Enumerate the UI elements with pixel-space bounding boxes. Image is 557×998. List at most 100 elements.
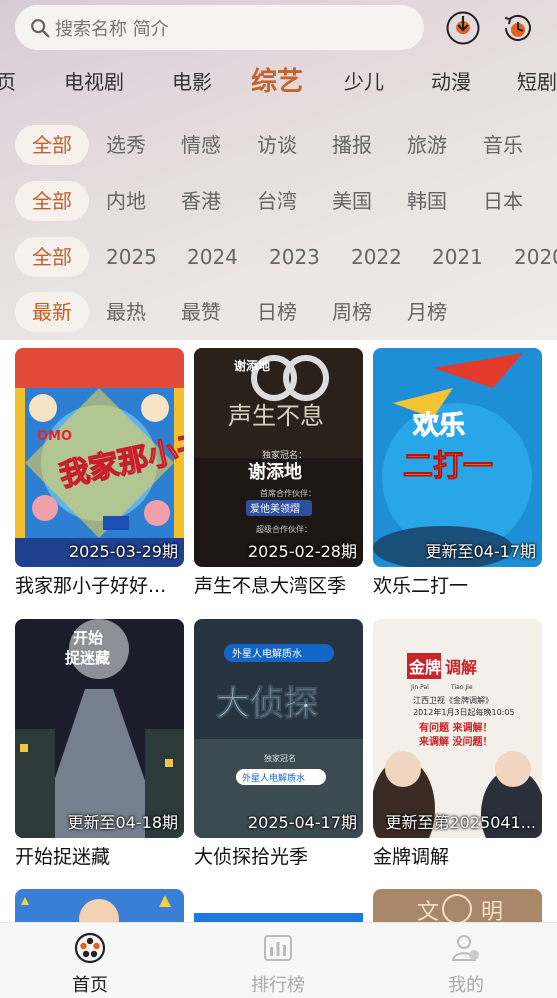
- tab-kids[interactable]: 少儿: [344, 62, 384, 102]
- filter-chip[interactable]: 周榜: [332, 292, 372, 332]
- show-title: 声生不息大湾区季: [194, 575, 347, 597]
- filter-chip[interactable]: 韩国: [407, 181, 447, 221]
- filter-chip[interactable]: 播报: [332, 125, 372, 165]
- svg-text:二打一: 二打一: [403, 449, 493, 484]
- nav-label: 首页: [72, 975, 108, 996]
- poster-image[interactable]: [194, 889, 363, 923]
- filter-chip[interactable]: 全部: [15, 181, 89, 221]
- tab-anime[interactable]: 动漫: [431, 62, 471, 102]
- show-title: 金牌调解: [373, 846, 450, 868]
- nav-profile[interactable]: 我的: [406, 931, 526, 997]
- show-card[interactable]: 谢添地 声生不息 独家冠名： 谢添地 首席合作伙伴： 爱他美领熠 超级合作伙伴：…: [194, 348, 363, 598]
- filter-chip[interactable]: 音乐: [483, 125, 523, 165]
- show-card[interactable]: 金牌 调解 Jin Pai Tiao Jie 江西卫视《金牌调解》 2012年1…: [373, 619, 542, 869]
- filter-chip[interactable]: 最新: [15, 292, 89, 332]
- filter-chip[interactable]: 美国: [332, 181, 372, 221]
- svg-text:谢添地: 谢添地: [234, 358, 270, 373]
- filter-chip[interactable]: 2023: [269, 237, 320, 277]
- svg-text:外星人电解质水: 外星人电解质水: [232, 647, 302, 660]
- poster-image: 外星人电解质水 大侦探 独家冠名 外星人电解质水 2025-04-17期: [194, 619, 363, 838]
- profile-icon: [451, 935, 479, 961]
- filter-chip[interactable]: 全部: [15, 237, 89, 277]
- svg-text:声生不息: 声生不息: [228, 402, 324, 430]
- history-icon[interactable]: [500, 10, 536, 46]
- nav-label: 排行榜: [251, 975, 305, 996]
- filter-chip[interactable]: 选秀: [106, 125, 146, 165]
- svg-text:江西卫视《金牌调解》: 江西卫视《金牌调解》: [413, 695, 493, 705]
- poster-image: OMO 我家那小子 2025-03-29期: [15, 348, 184, 567]
- nav-ranking[interactable]: 排行榜: [218, 931, 338, 997]
- poster-image[interactable]: 文 明: [373, 889, 542, 923]
- svg-text:2012年1月3日起每晚10:05: 2012年1月3日起每晚10:05: [413, 707, 515, 717]
- nav-label: 我的: [448, 975, 484, 996]
- filter-row-sort: 最新 最热 最赞 日榜 周榜 月榜: [0, 292, 557, 332]
- filter-row-region: 全部 内地 香港 台湾 美国 韩国 日本: [0, 181, 557, 221]
- svg-text:爱他美领熠: 爱他美领熠: [250, 502, 300, 515]
- episode-badge: 2025-04-17期: [248, 813, 357, 832]
- show-title: 欢乐二打一: [373, 575, 469, 597]
- svg-text:捉迷藏: 捉迷藏: [65, 649, 110, 667]
- svg-text:来调解 没问题！: 来调解 没问题！: [418, 735, 492, 748]
- show-card[interactable]: OMO 我家那小子 2025-03-29期 我家那小子好好...: [15, 348, 184, 598]
- svg-text:外星人电解质水: 外星人电解质水: [242, 772, 305, 784]
- svg-text:明: 明: [481, 900, 503, 923]
- tab-short-drama[interactable]: 短剧: [517, 62, 557, 102]
- svg-text:首席合作伙伴：: 首席合作伙伴：: [260, 488, 316, 498]
- episode-badge: 更新至04-17期: [425, 542, 537, 561]
- search-bar[interactable]: 搜索名称 简介: [15, 5, 424, 50]
- filter-row-type: 全部 选秀 情感 访谈 播报 旅游 音乐: [0, 125, 557, 165]
- svg-text:有问题 来调解！: 有问题 来调解！: [419, 721, 492, 734]
- svg-text:调解: 调解: [445, 658, 477, 677]
- tab-variety[interactable]: 综艺: [251, 62, 303, 102]
- tab-movies[interactable]: 电影: [172, 62, 212, 102]
- poster-image: 欢乐 二打一 更新至04-17期: [373, 348, 542, 567]
- show-card[interactable]: 外星人电解质水 大侦探 独家冠名 外星人电解质水 2025-04-17期 大侦探…: [194, 619, 363, 869]
- episode-badge: 更新至04-18期: [67, 813, 179, 832]
- poster-image: 开始 捉迷藏 更新至04-18期: [15, 619, 184, 838]
- filter-chip[interactable]: 2020: [514, 237, 557, 277]
- episode-badge: 2025-03-29期: [69, 542, 178, 561]
- svg-text:Tiao Jie: Tiao Jie: [450, 684, 473, 691]
- show-card[interactable]: 开始 捉迷藏 更新至04-18期 开始捉迷藏: [15, 619, 184, 869]
- svg-text:独家冠名: 独家冠名: [264, 753, 296, 763]
- filter-chip[interactable]: 2024: [187, 237, 238, 277]
- show-card[interactable]: 欢乐 二打一 更新至04-17期 欢乐二打一: [373, 348, 542, 598]
- svg-text:Jin Pai: Jin Pai: [410, 684, 429, 691]
- show-title: 开始捉迷藏: [15, 846, 111, 868]
- category-tabs: 页 电视剧 电影 综艺 少儿 动漫 短剧: [0, 62, 557, 102]
- poster-image: 金牌 调解 Jin Pai Tiao Jie 江西卫视《金牌调解》 2012年1…: [373, 619, 542, 838]
- filter-chip[interactable]: 台湾: [257, 181, 297, 221]
- episode-badge: 2025-02-28期: [248, 542, 357, 561]
- search-placeholder: 搜索名称 简介: [55, 18, 169, 40]
- show-title: 大侦探拾光季: [194, 846, 309, 868]
- poster-image: 谢添地 声生不息 独家冠名： 谢添地 首席合作伙伴： 爱他美领熠 超级合作伙伴：…: [194, 348, 363, 567]
- filter-row-year: 全部 2025 2024 2023 2022 2021 2020: [0, 237, 557, 277]
- filter-chip[interactable]: 旅游: [407, 125, 447, 165]
- filter-chip[interactable]: 2022: [351, 237, 402, 277]
- svg-text:欢乐: 欢乐: [412, 411, 465, 441]
- download-icon[interactable]: [445, 10, 481, 46]
- filter-chip[interactable]: 内地: [106, 181, 146, 221]
- filter-chip[interactable]: 最热: [106, 292, 146, 332]
- filter-chip[interactable]: 日榜: [257, 292, 297, 332]
- svg-text:大侦探: 大侦探: [216, 684, 318, 724]
- filter-chip[interactable]: 全部: [15, 125, 89, 165]
- svg-text:OMO: OMO: [37, 429, 72, 444]
- filter-chip[interactable]: 香港: [181, 181, 221, 221]
- film-reel-icon: [74, 932, 106, 964]
- filter-chip[interactable]: 月榜: [407, 292, 447, 332]
- bar-chart-icon: [264, 935, 292, 961]
- filter-chip[interactable]: 2025: [106, 237, 157, 277]
- filter-chip[interactable]: 情感: [181, 125, 221, 165]
- poster-image[interactable]: [15, 889, 184, 923]
- nav-home[interactable]: 首页: [30, 931, 150, 997]
- filter-chip[interactable]: 最赞: [181, 292, 221, 332]
- filter-chip[interactable]: 2021: [432, 237, 483, 277]
- tab-partial[interactable]: 页: [0, 62, 16, 102]
- filter-chip[interactable]: 访谈: [257, 125, 297, 165]
- svg-text:文: 文: [417, 900, 439, 923]
- svg-text:金牌: 金牌: [408, 658, 441, 677]
- tab-tv-series[interactable]: 电视剧: [64, 62, 124, 102]
- search-icon: [31, 18, 50, 37]
- filter-chip[interactable]: 日本: [483, 181, 523, 221]
